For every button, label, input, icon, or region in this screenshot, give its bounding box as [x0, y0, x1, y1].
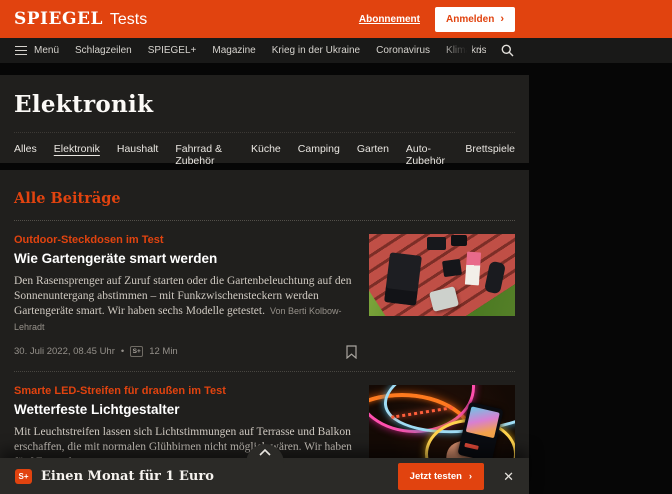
header-actions: Abonnement Anmelden › — [359, 0, 515, 38]
divider — [14, 132, 515, 133]
article-thumbnail-garden-devices[interactable] — [369, 234, 515, 316]
article-teaser: Den Rasensprenger auf Zuruf starten oder… — [14, 274, 357, 335]
article-title[interactable]: Wie Gartengeräte smart werden — [14, 251, 357, 266]
article-list-panel: Alle Beiträge Outdoor-Steckdosen im Test… — [0, 170, 529, 487]
bookmark-icon[interactable] — [346, 345, 357, 359]
article-kicker[interactable]: Outdoor-Steckdosen im Test — [14, 234, 357, 246]
article-thumbnail-led-strips[interactable] — [369, 385, 515, 467]
spiegel-plus-icon: S+ — [130, 346, 143, 357]
nav-item-schlagzeilen[interactable]: Schlagzeilen — [75, 45, 132, 56]
hamburger-menu-icon[interactable] — [15, 46, 27, 56]
tab-brettspiele[interactable]: Brettspiele — [465, 143, 515, 167]
chevron-up-icon — [259, 449, 271, 456]
article-text: Outdoor-Steckdosen im Test Wie Gartenger… — [14, 234, 357, 359]
article-title[interactable]: Wetterfeste Lichtgestalter — [14, 402, 357, 417]
nav-item-coronavirus[interactable]: Coronavirus — [376, 45, 430, 56]
close-icon[interactable]: ✕ — [503, 470, 514, 483]
tab-garten[interactable]: Garten — [357, 143, 389, 167]
nav-scroll-area: Menü Schlagzeilen SPIEGEL+ Magazine Krie… — [34, 45, 486, 56]
tab-kueche[interactable]: Küche — [251, 143, 281, 167]
tab-elektronik[interactable]: Elektronik — [54, 143, 100, 167]
article-meta: 30. Juli 2022, 08.45 Uhr • S+ 12 Min — [14, 335, 357, 359]
article-kicker[interactable]: Smarte LED-Streifen für draußen im Test — [14, 385, 357, 397]
tab-alles[interactable]: Alles — [14, 143, 37, 167]
anmelden-button[interactable]: Anmelden › — [435, 7, 515, 32]
nav-item-spiegel-plus[interactable]: SPIEGEL+ — [148, 45, 197, 56]
spiegel-tests-logo[interactable]: SPIEGEL Tests — [14, 9, 147, 29]
search-icon[interactable] — [501, 44, 514, 62]
chevron-right-icon: › — [469, 471, 472, 482]
divider — [14, 371, 515, 372]
chevron-right-icon: › — [500, 14, 504, 25]
section-title: Alle Beiträge — [14, 190, 515, 207]
nav-item-magazine[interactable]: Magazine — [212, 45, 255, 56]
tab-haushalt[interactable]: Haushalt — [117, 143, 158, 167]
logo-tests: Tests — [110, 11, 147, 29]
tab-fahrrad-zubehoer[interactable]: Fahrrad & Zubehör — [175, 143, 234, 167]
jetzt-testen-button[interactable]: Jetzt testen › — [398, 463, 484, 490]
article-row-outdoor-steckdosen: Outdoor-Steckdosen im Test Wie Gartenger… — [14, 221, 515, 371]
cta-label: Jetzt testen — [410, 471, 462, 482]
logo-spiegel: SPIEGEL — [14, 9, 103, 29]
subscription-banner: S+ Einen Monat für 1 Euro Jetzt testen ›… — [0, 458, 529, 494]
tab-auto-zubehoer[interactable]: Auto-Zubehör — [406, 143, 448, 167]
meta-bullet: • — [121, 346, 124, 357]
content-column: Elektronik Alles Elektronik Haushalt Fah… — [0, 75, 529, 487]
tab-camping[interactable]: Camping — [298, 143, 340, 167]
read-time: 12 Min — [149, 346, 178, 357]
nav-item-menu[interactable]: Menü — [34, 45, 59, 56]
banner-offer-text: Einen Monat für 1 Euro — [41, 469, 214, 484]
anmelden-label: Anmelden — [446, 14, 494, 25]
article-date: 30. Juli 2022, 08.45 Uhr — [14, 346, 115, 357]
spiegel-tests-page: SPIEGEL Tests Abonnement Anmelden › Menü… — [0, 0, 672, 494]
nav-item-ukraine[interactable]: Krieg in der Ukraine — [272, 45, 360, 56]
category-header-panel: Elektronik Alles Elektronik Haushalt Fah… — [0, 75, 529, 163]
main-nav: Menü Schlagzeilen SPIEGEL+ Magazine Krie… — [0, 38, 672, 63]
nav-scroll-right-icon[interactable]: › — [478, 43, 482, 57]
top-header: SPIEGEL Tests Abonnement Anmelden › — [0, 0, 672, 38]
abonnement-link[interactable]: Abonnement — [359, 14, 420, 25]
spiegel-plus-badge: S+ — [15, 469, 32, 484]
page-title: Elektronik — [14, 91, 515, 118]
